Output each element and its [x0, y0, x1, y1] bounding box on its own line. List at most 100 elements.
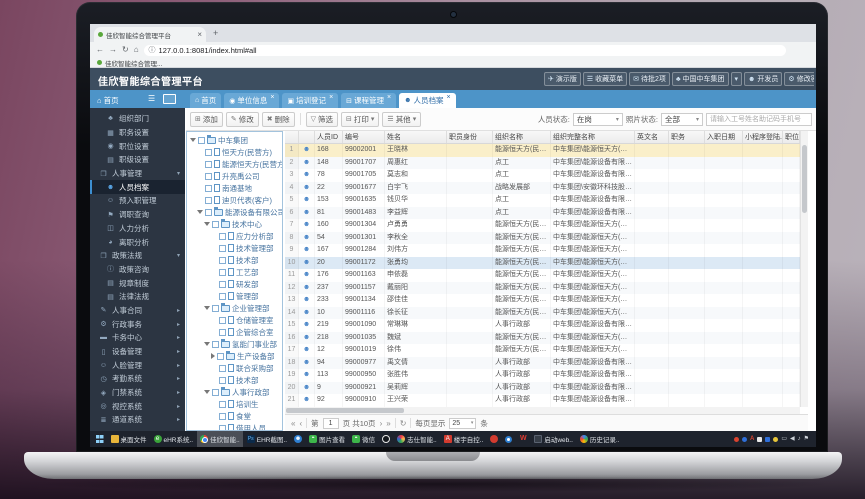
- tree-checkbox[interactable]: [212, 341, 219, 348]
- tree-checkbox[interactable]: [212, 389, 219, 396]
- sidebar-item-政策咨询[interactable]: ⓘ政策咨询: [90, 263, 185, 277]
- browser-tab[interactable]: 佳欣智能综合管理平台 ×: [94, 27, 206, 42]
- sidebar-item-卡务中心[interactable]: ▬卡务中心▸: [90, 331, 185, 345]
- column-header-blank[interactable]: [299, 131, 315, 143]
- taskbar-item-志仕智能..[interactable]: 志仕智能..: [394, 431, 441, 447]
- tree-checkbox[interactable]: [212, 305, 219, 312]
- url-bar[interactable]: ⓘ 127.0.0.1:8081/index.html#all: [144, 45, 786, 56]
- taskbar-item[interactable]: [502, 431, 516, 447]
- column-header-姓名[interactable]: 姓名: [385, 131, 447, 143]
- sidebar-item-职级设置[interactable]: ▤职级设置: [90, 153, 185, 167]
- tree-node-仓储管理室[interactable]: 仓储管理室: [187, 314, 282, 326]
- tree-node-企业管理部[interactable]: 企业管理部: [187, 302, 282, 314]
- tray-dot-icon[interactable]: [773, 437, 778, 442]
- sidebar-item-组织部门[interactable]: ♣组织部门: [90, 112, 185, 126]
- tree-node-管理部[interactable]: 管理部: [187, 290, 282, 302]
- toolbar-button-筛选[interactable]: ▽筛选: [306, 112, 338, 127]
- sidebar-item-考勤系统[interactable]: ◷考勤系统▸: [90, 372, 185, 386]
- new-tab-button[interactable]: +: [213, 28, 218, 38]
- column-header-职务[interactable]: 职务: [669, 131, 705, 143]
- tree-checkbox[interactable]: [219, 317, 226, 324]
- toolbar-button-打印[interactable]: ⊟打印▾: [341, 112, 379, 127]
- column-header-职员身份[interactable]: 职员身份: [447, 131, 493, 143]
- sidebar-item-人事合同[interactable]: ✎人事合同▸: [90, 304, 185, 318]
- column-header-blank[interactable]: [285, 131, 299, 143]
- tree-checkbox[interactable]: [219, 365, 226, 372]
- horizontal-scrollbar[interactable]: [285, 407, 800, 414]
- tree-node-技术管理部[interactable]: 技术管理部: [187, 242, 282, 254]
- tree-checkbox[interactable]: [219, 257, 226, 264]
- tray-square-icon[interactable]: [765, 437, 770, 442]
- tree-checkbox[interactable]: [198, 137, 205, 144]
- sidebar-item-离职分析[interactable]: ◕离职分析: [90, 235, 185, 249]
- toolbar-button-其他[interactable]: ☰其他▾: [382, 112, 421, 127]
- tree-checkbox[interactable]: [205, 173, 212, 180]
- taskbar-item-微信[interactable]: ❝微信: [349, 431, 379, 447]
- tab-close-icon[interactable]: ×: [387, 94, 391, 101]
- taskbar-item-历史记录..[interactable]: 历史记录..: [576, 431, 623, 447]
- taskbar-item-楼宇自控..[interactable]: A楼宇自控..: [440, 431, 487, 447]
- taskbar-item-EHR截图..[interactable]: PsEHR截图..: [243, 431, 290, 447]
- taskbar-item-佳欣智能..[interactable]: 佳欣智能..: [197, 431, 244, 447]
- status-filter-select[interactable]: 在岗 ▾: [573, 113, 623, 126]
- sidebar-item-调职查询[interactable]: ⚑调职查询: [90, 208, 185, 222]
- table-row[interactable]: 11☻17699001163申依磊能源恒天方(民营方)中车集团\能源恒天方(民营…: [285, 269, 800, 282]
- tree-checkbox[interactable]: [212, 221, 219, 228]
- monitor-icon[interactable]: [163, 94, 176, 104]
- forward-icon[interactable]: →: [109, 45, 117, 55]
- tree-node-借用人员[interactable]: 借用人员: [187, 422, 282, 431]
- sidebar-item-职务设置[interactable]: ▦职务设置: [90, 126, 185, 140]
- tree-node-研发部[interactable]: 研发部: [187, 278, 282, 290]
- tree-node-能源设备有限公司[interactable]: 能源设备有限公司: [187, 206, 282, 218]
- sidebar-item-法律法规[interactable]: ▤法律法规: [90, 290, 185, 304]
- column-header-组织完整名称[interactable]: 组织完整名称: [551, 131, 635, 143]
- search-input[interactable]: [706, 113, 812, 126]
- tree-open-caret-icon[interactable]: [204, 342, 210, 346]
- nav-tab-课程管理[interactable]: ⊟课程管理×: [341, 93, 396, 108]
- taskbar-item[interactable]: [92, 431, 107, 447]
- toolbar-button-添加[interactable]: ⊞添加: [190, 112, 223, 127]
- header-action-button[interactable]: ✈演示版: [544, 72, 581, 86]
- column-header-入职日期[interactable]: 入职日期: [705, 131, 743, 143]
- page-number-input[interactable]: 1: [323, 418, 339, 429]
- taskbar-item-桌面文件[interactable]: 桌面文件: [107, 431, 150, 447]
- tree-node-培训生[interactable]: 培训生: [187, 398, 282, 410]
- sidebar-item-规章制度[interactable]: ▤规章制度: [90, 276, 185, 290]
- taskbar-item-启动web..[interactable]: 启动web..: [531, 431, 577, 447]
- table-row[interactable]: 3☻7899001705莫志和点工中车集团\能源设备有限公司: [285, 169, 800, 182]
- tree-open-caret-icon[interactable]: [197, 210, 203, 214]
- tab-close-icon[interactable]: ×: [197, 31, 202, 39]
- sidebar-item-人脸管理[interactable]: ☺人脸管理▸: [90, 358, 185, 372]
- sidebar-item-人员档案[interactable]: ☻人员档案: [90, 180, 185, 194]
- photo-filter-select[interactable]: 全部 ▾: [661, 113, 703, 126]
- tray-letter-icon[interactable]: A: [750, 436, 754, 442]
- taskbar-item[interactable]: [379, 431, 394, 447]
- tray-glyph-icon[interactable]: ▭: [781, 436, 787, 442]
- table-row[interactable]: 2☻14899001707周惠红点工中车集团\能源设备有限公司: [285, 157, 800, 170]
- tree-checkbox[interactable]: [219, 293, 226, 300]
- tree-checkbox[interactable]: [219, 413, 226, 420]
- scrollbar-thumb[interactable]: [802, 145, 807, 213]
- per-page-select[interactable]: 25 ▾: [449, 418, 476, 429]
- sidebar-item-视控系统[interactable]: ◎视控系统▸: [90, 399, 185, 413]
- pager-next-button[interactable]: ›: [380, 419, 383, 428]
- tab-close-icon[interactable]: ×: [270, 94, 274, 101]
- table-row[interactable]: 16☻21899001035魏斌能源恒天方(民营方)中车集团\能源恒天方(民营方…: [285, 332, 800, 345]
- tree-node-食堂[interactable]: 食堂: [187, 410, 282, 422]
- sidebar-item-人力分析[interactable]: ◫人力分析: [90, 222, 185, 236]
- tray-glyph-icon[interactable]: ♪: [798, 436, 801, 442]
- header-action-button[interactable]: ⚙修改密码: [784, 72, 814, 86]
- tree-checkbox[interactable]: [219, 329, 226, 336]
- tree-checkbox[interactable]: [219, 377, 226, 384]
- table-row[interactable]: 6☻8199001483李益辉点工中车集团\能源设备有限公司: [285, 207, 800, 220]
- tree-checkbox[interactable]: [219, 281, 226, 288]
- header-action-caret-button[interactable]: ▾: [731, 72, 743, 86]
- nav-tab-人员档案[interactable]: ☻人员档案×: [399, 93, 455, 108]
- tree-node-企管综合室[interactable]: 企管综合室: [187, 326, 282, 338]
- tree-node-应力分析部[interactable]: 应力分析部: [187, 230, 282, 242]
- tree-node-技术部[interactable]: 技术部: [187, 374, 282, 386]
- table-row[interactable]: 14☻1099001116徐长征能源恒天方(民营方)中车集团\能源恒天方(民营方…: [285, 307, 800, 320]
- sidebar-item-职位设置[interactable]: ◉职位设置: [90, 139, 185, 153]
- pager-last-button[interactable]: »: [386, 419, 390, 428]
- tree-checkbox[interactable]: [217, 353, 224, 360]
